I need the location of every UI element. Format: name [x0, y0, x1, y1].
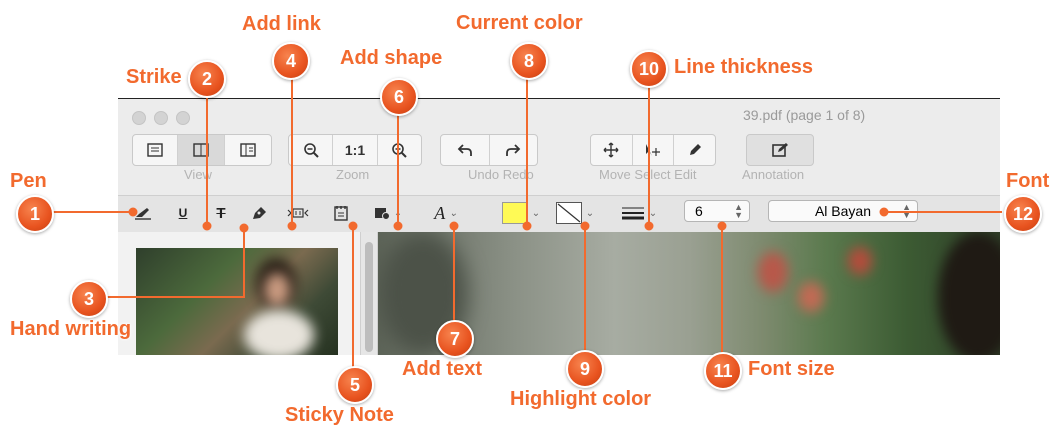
callout-badge-11: 11 — [704, 352, 742, 390]
callout-badge-10: 10 — [630, 50, 668, 88]
callout-badge-9: 9 — [566, 350, 604, 388]
callout-label-handwriting: Hand writing — [10, 318, 132, 340]
callout-label-add-link: Add link — [242, 13, 321, 35]
callout-label-highlight-color: Highlight color — [510, 388, 652, 410]
callout-label-current-color: Current color — [456, 12, 583, 34]
callout-badge-3: 3 — [70, 280, 108, 318]
callout-label-strike: Strike — [126, 66, 182, 88]
callout-badge-6: 6 — [380, 78, 418, 116]
callout-label-add-text: Add text — [402, 358, 482, 380]
callout-badge-7: 7 — [436, 320, 474, 358]
callout-badge-4: 4 — [272, 42, 310, 80]
callout-badge-2: 2 — [188, 60, 226, 98]
callout-label-pen: Pen — [10, 170, 47, 192]
callout-label-font: Font — [1006, 170, 1050, 192]
callout-badge-8: 8 — [510, 42, 548, 80]
callout-label-line-thickness: Line thickness — [674, 56, 813, 78]
callout-label-sticky-note: Sticky Note — [285, 404, 394, 426]
callout-label-add-shape: Add shape — [340, 47, 443, 69]
callout-label-font-size: Font size — [748, 358, 835, 380]
callout-badge-12: 12 — [1004, 195, 1042, 233]
callout-badge-1: 1 — [16, 195, 54, 233]
callout-badge-5: 5 — [336, 366, 374, 404]
